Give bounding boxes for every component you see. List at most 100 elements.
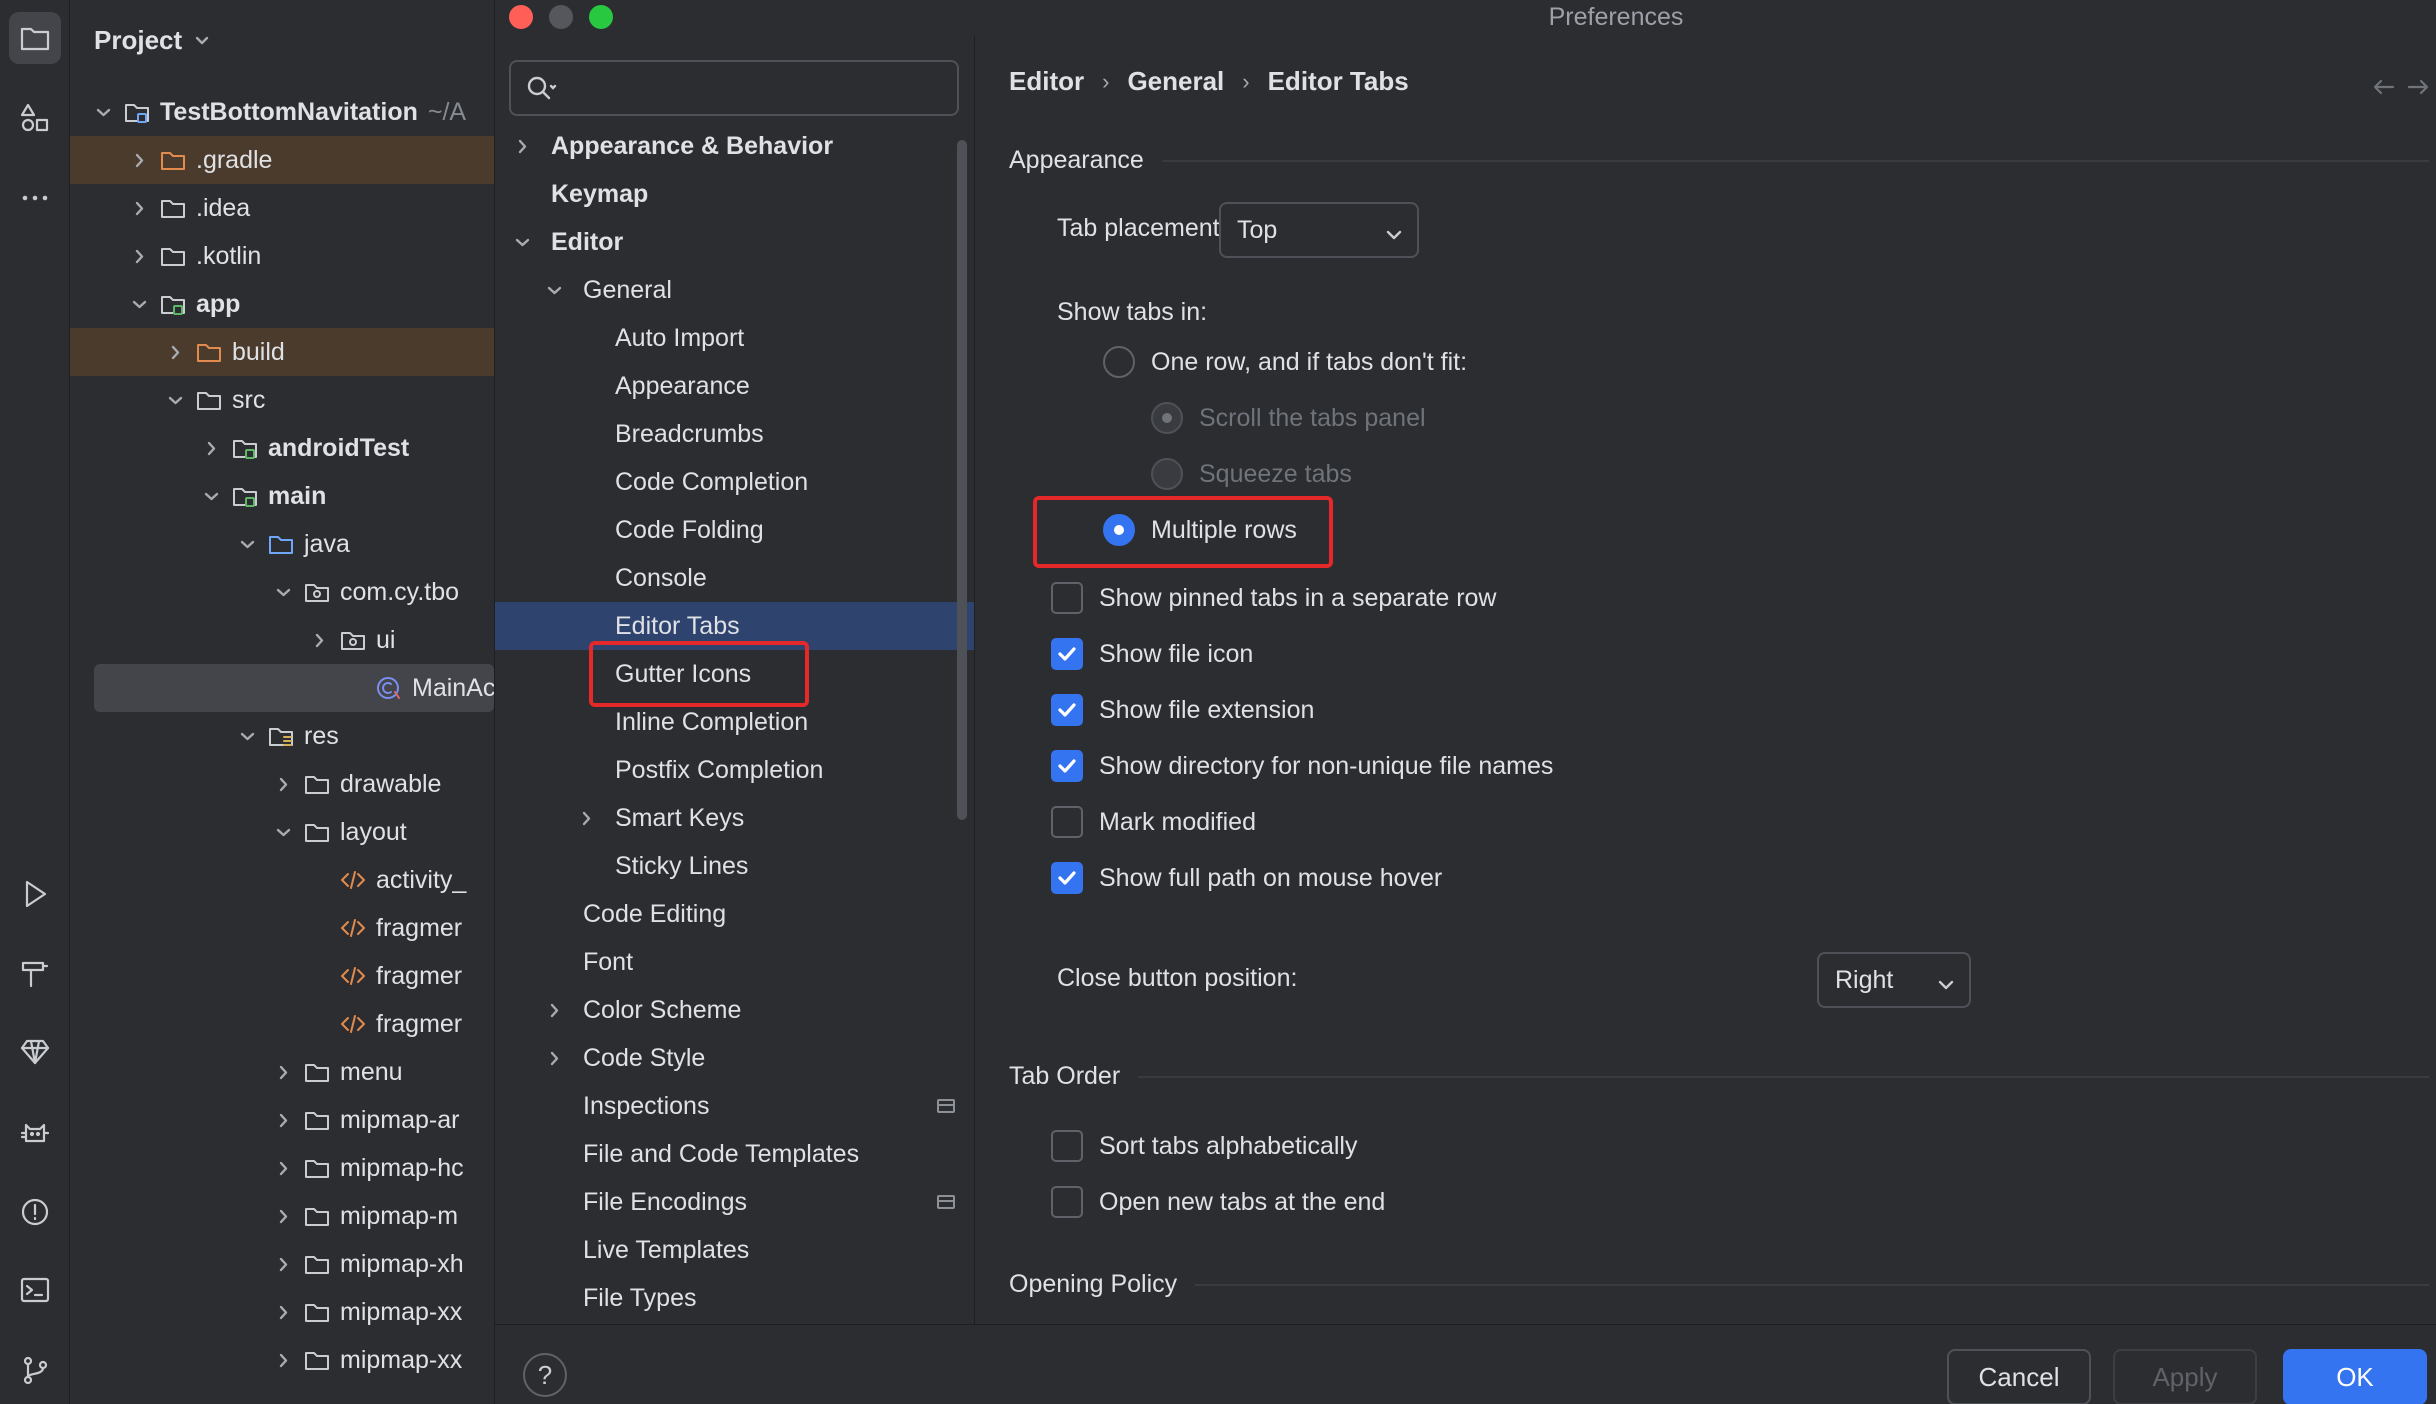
checkbox-row[interactable]: Open new tabs at the end (1051, 1186, 1385, 1218)
chevron-right-icon[interactable] (272, 1301, 294, 1323)
help-button[interactable]: ? (523, 1353, 567, 1397)
chevron-right-icon[interactable] (200, 437, 222, 459)
breadcrumb-general[interactable]: General (1127, 66, 1224, 97)
checkbox-checked[interactable] (1051, 862, 1083, 894)
tree-item[interactable]: drawable (70, 760, 494, 808)
nav-item[interactable]: Code Folding (495, 506, 974, 554)
chevron-down-icon[interactable] (511, 231, 533, 253)
chevron-down-icon[interactable] (272, 581, 294, 603)
chevron-right-icon[interactable] (128, 245, 150, 267)
chevron-right-icon[interactable] (272, 773, 294, 795)
checkbox-row[interactable]: Show file icon (1051, 638, 1253, 670)
checkbox-checked[interactable] (1051, 694, 1083, 726)
gem-icon[interactable] (9, 1026, 61, 1078)
tree-item[interactable]: build (70, 328, 494, 376)
tree-item[interactable]: androidTest (70, 424, 494, 472)
folder-icon[interactable] (9, 12, 61, 64)
radio-squeeze-tabs[interactable]: Squeeze tabs (1151, 458, 1352, 490)
checkbox-row[interactable]: Show file extension (1051, 694, 1314, 726)
checkbox-row[interactable]: Mark modified (1051, 806, 1256, 838)
tree-item[interactable]: fragmer (70, 1000, 494, 1048)
nav-item[interactable]: Sticky Lines (495, 842, 974, 890)
checkbox-row[interactable]: Show full path on mouse hover (1051, 862, 1442, 894)
chevron-right-icon[interactable] (543, 1047, 565, 1069)
checkbox-checked[interactable] (1051, 750, 1083, 782)
nav-item[interactable]: Code Completion (495, 458, 974, 506)
chevron-down-icon[interactable] (92, 101, 114, 123)
close-button-position-select[interactable]: Right (1817, 952, 1971, 1008)
checkbox-checked[interactable] (1051, 638, 1083, 670)
apply-button[interactable]: Apply (2113, 1349, 2257, 1404)
nav-item[interactable]: Live Templates (495, 1226, 974, 1274)
cat-icon[interactable] (9, 1106, 61, 1158)
chevron-down-icon[interactable] (272, 821, 294, 843)
nav-item[interactable]: Appearance (495, 362, 974, 410)
chevron-right-icon[interactable] (272, 1061, 294, 1083)
chevron-right-icon[interactable] (272, 1157, 294, 1179)
nav-item[interactable]: General (495, 266, 974, 314)
breadcrumb-editor[interactable]: Editor (1009, 66, 1084, 97)
tree-item[interactable]: mipmap-xh (70, 1240, 494, 1288)
chevron-right-icon[interactable] (272, 1253, 294, 1275)
chevron-right-icon[interactable] (272, 1109, 294, 1131)
structure-icon[interactable] (9, 92, 61, 144)
search-input[interactable] (509, 60, 959, 116)
chevron-down-icon[interactable] (164, 389, 186, 411)
checkbox-row[interactable]: Show pinned tabs in a separate row (1051, 582, 1496, 614)
back-arrow-icon[interactable] (2369, 72, 2399, 102)
chevron-right-icon[interactable] (164, 341, 186, 363)
checkbox-row[interactable]: Sort tabs alphabetically (1051, 1130, 1357, 1162)
chevron-right-icon[interactable] (308, 629, 330, 651)
radio-one-row[interactable]: One row, and if tabs don't fit: (1103, 346, 1467, 378)
chevron-down-icon[interactable] (543, 279, 565, 301)
tree-item[interactable]: java (70, 520, 494, 568)
tree-item[interactable]: mipmap-m (70, 1192, 494, 1240)
nav-scrollbar[interactable] (957, 140, 967, 820)
problems-icon[interactable] (9, 1186, 61, 1238)
ok-button[interactable]: OK (2283, 1349, 2427, 1404)
terminal-icon[interactable] (9, 1264, 61, 1316)
nav-item[interactable]: Postfix Completion (495, 746, 974, 794)
tree-item[interactable]: fragmer (70, 952, 494, 1000)
chevron-down-icon[interactable] (236, 533, 258, 555)
cancel-button[interactable]: Cancel (1947, 1349, 2091, 1404)
tab-placement-select[interactable]: Top (1219, 202, 1419, 258)
chevron-right-icon[interactable] (511, 135, 533, 157)
tree-item[interactable]: MainAc (94, 664, 494, 712)
nav-item[interactable]: Editor (495, 218, 974, 266)
nav-item[interactable]: Inspections (495, 1082, 974, 1130)
tree-item[interactable]: mipmap-hc (70, 1144, 494, 1192)
chevron-down-icon[interactable] (200, 485, 222, 507)
nav-item[interactable]: Code Editing (495, 890, 974, 938)
nav-item[interactable]: Color Scheme (495, 986, 974, 1034)
nav-item[interactable]: Console (495, 554, 974, 602)
tree-item[interactable]: activity_ (70, 856, 494, 904)
chevron-down-icon[interactable] (128, 293, 150, 315)
chevron-down-icon[interactable] (236, 725, 258, 747)
nav-item[interactable]: Smart Keys (495, 794, 974, 842)
tree-item[interactable]: menu (70, 1048, 494, 1096)
chevron-right-icon[interactable] (543, 999, 565, 1021)
build-icon[interactable] (9, 948, 61, 1000)
checkbox-unchecked[interactable] (1051, 806, 1083, 838)
chevron-right-icon[interactable] (272, 1349, 294, 1371)
nav-item[interactable]: File Encodings (495, 1178, 974, 1226)
tree-item[interactable]: res (70, 712, 494, 760)
tree-item[interactable]: com.cy.tbo (70, 568, 494, 616)
nav-item[interactable]: File Types (495, 1274, 974, 1322)
checkbox-unchecked[interactable] (1051, 582, 1083, 614)
checkbox-unchecked[interactable] (1051, 1130, 1083, 1162)
tree-item[interactable]: ui (70, 616, 494, 664)
tree-item[interactable]: src (70, 376, 494, 424)
tree-item[interactable]: TestBottomNavitation ~/A (70, 88, 494, 136)
vcs-icon[interactable] (9, 1344, 61, 1396)
forward-arrow-icon[interactable] (2403, 72, 2433, 102)
project-header[interactable]: Project (94, 20, 212, 60)
chevron-right-icon[interactable] (128, 197, 150, 219)
tree-item[interactable]: mipmap-xx (70, 1288, 494, 1336)
nav-item[interactable]: Keymap (495, 170, 974, 218)
nav-item[interactable]: File and Code Templates (495, 1130, 974, 1178)
tree-item[interactable]: .gradle (70, 136, 494, 184)
more-icon[interactable] (9, 172, 61, 224)
checkbox-row[interactable]: Show directory for non-unique file names (1051, 750, 1553, 782)
